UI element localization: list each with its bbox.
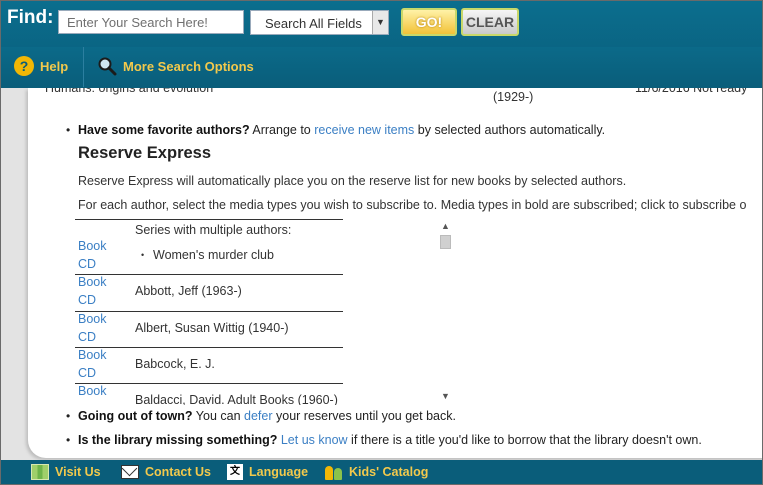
let-us-know-link[interactable]: Let us know: [281, 433, 348, 447]
footer-bar: Visit Us Contact Us 文 Language Kids' Cat…: [1, 460, 762, 484]
reserve-express-description: Reserve Express will automatically place…: [78, 174, 627, 188]
contact-us-label: Contact Us: [145, 465, 211, 479]
visit-us-label: Visit Us: [55, 465, 101, 479]
kids-catalog-link[interactable]: Kids' Catalog: [325, 463, 428, 481]
sub-navigation-overlay: ? Help More Search Options: [1, 47, 762, 87]
series-item: Women's murder club: [141, 248, 274, 262]
out-of-town-lead: Going out of town?: [78, 409, 193, 423]
clipped-author-years: (1929-): [493, 90, 534, 104]
table-row: Book CD Abbott, Jeff (1963-): [75, 274, 343, 310]
search-field-value: Search All Fields: [265, 16, 362, 31]
media-book-link[interactable]: Book: [78, 348, 107, 362]
row-divider: [75, 311, 343, 312]
search-input[interactable]: [58, 10, 244, 34]
library-missing-lead: Is the library missing something?: [78, 433, 278, 447]
list-scrollbar[interactable]: ▲ ▼: [439, 219, 453, 405]
library-catalog-window: Find: Search All Fields ▼ GO! CLEAR ? He…: [0, 0, 763, 485]
language-link[interactable]: 文 Language: [227, 463, 308, 481]
defer-link[interactable]: defer: [244, 409, 273, 423]
scroll-down-icon[interactable]: ▼: [441, 391, 450, 401]
clear-button[interactable]: CLEAR: [461, 8, 519, 36]
question-circle-icon: ?: [14, 56, 34, 76]
row-divider: [75, 274, 343, 275]
favorite-authors-text-after: by selected authors automatically.: [417, 123, 606, 137]
visit-us-link[interactable]: Visit Us: [31, 463, 101, 481]
media-cd-link[interactable]: CD: [78, 257, 96, 271]
table-row: Book CD Series with multiple authors: Wo…: [75, 219, 343, 274]
nav-divider: [83, 47, 84, 87]
row-divider: [75, 347, 343, 348]
author-name: Babcock, E. J.: [135, 357, 215, 371]
library-missing-text: if there is a title you'd like to borrow…: [351, 433, 702, 447]
scroll-up-icon[interactable]: ▲: [441, 221, 450, 231]
media-book-link[interactable]: Book: [78, 384, 107, 398]
language-label: Language: [249, 465, 309, 479]
help-link[interactable]: ? Help: [14, 55, 68, 77]
table-row: Book CD Babcock, E. J.: [75, 347, 343, 383]
author-name: Abbott, Jeff (1963-): [135, 284, 242, 298]
favorite-authors-text: Arrange to: [252, 123, 311, 137]
out-of-town-text-after: your reserves until you get back.: [276, 409, 456, 423]
language-icon: 文: [227, 464, 243, 480]
favorite-authors-bullet: Have some favorite authors? Arrange to r…: [66, 123, 606, 137]
library-missing-bullet: Is the library missing something? Let us…: [66, 433, 702, 447]
kids-icon: [325, 464, 343, 480]
out-of-town-bullet: Going out of town? You can defer your re…: [66, 409, 456, 423]
media-cd-link[interactable]: CD: [78, 366, 96, 380]
reserve-express-title: Reserve Express: [78, 144, 212, 162]
reserve-express-instructions: For each author, select the media types …: [78, 198, 747, 212]
receive-new-items-link[interactable]: receive new items: [314, 123, 414, 137]
more-search-options-label: More Search Options: [123, 58, 254, 74]
help-label: Help: [40, 58, 69, 74]
out-of-town-text: You can: [195, 409, 241, 423]
media-book-link[interactable]: Book: [78, 312, 107, 326]
magnifier-icon: [98, 57, 117, 76]
row-divider: [75, 219, 343, 220]
media-cd-link[interactable]: CD: [78, 330, 96, 344]
envelope-icon: [121, 465, 139, 479]
media-cd-link[interactable]: CD: [78, 293, 96, 307]
map-icon: [31, 464, 49, 480]
row-divider: [75, 383, 343, 384]
media-book-link[interactable]: Book: [78, 239, 107, 253]
favorite-authors-lead: Have some favorite authors?: [78, 123, 250, 137]
search-field-select[interactable]: Search All Fields ▼: [250, 10, 389, 35]
kids-catalog-label: Kids' Catalog: [349, 465, 429, 479]
go-button[interactable]: GO!: [401, 8, 457, 36]
contact-us-link[interactable]: Contact Us: [121, 463, 211, 481]
media-book-link[interactable]: Book: [78, 275, 107, 289]
chevron-down-icon[interactable]: ▼: [372, 11, 388, 34]
author-subscription-list[interactable]: Book CD Series with multiple authors: Wo…: [75, 219, 455, 405]
author-name: Baldacci, David. Adult Books (1960-): [135, 393, 338, 405]
table-row: Book CD Albert, Susan Wittig (1940-): [75, 311, 343, 347]
scroll-thumb[interactable]: [440, 235, 451, 249]
author-name: Albert, Susan Wittig (1940-): [135, 321, 289, 335]
more-search-options-link[interactable]: More Search Options: [97, 55, 254, 77]
table-row: Book Baldacci, David. Adult Books (1960-…: [75, 383, 343, 405]
find-label: Find:: [7, 7, 54, 28]
series-header: Series with multiple authors:: [135, 223, 292, 237]
